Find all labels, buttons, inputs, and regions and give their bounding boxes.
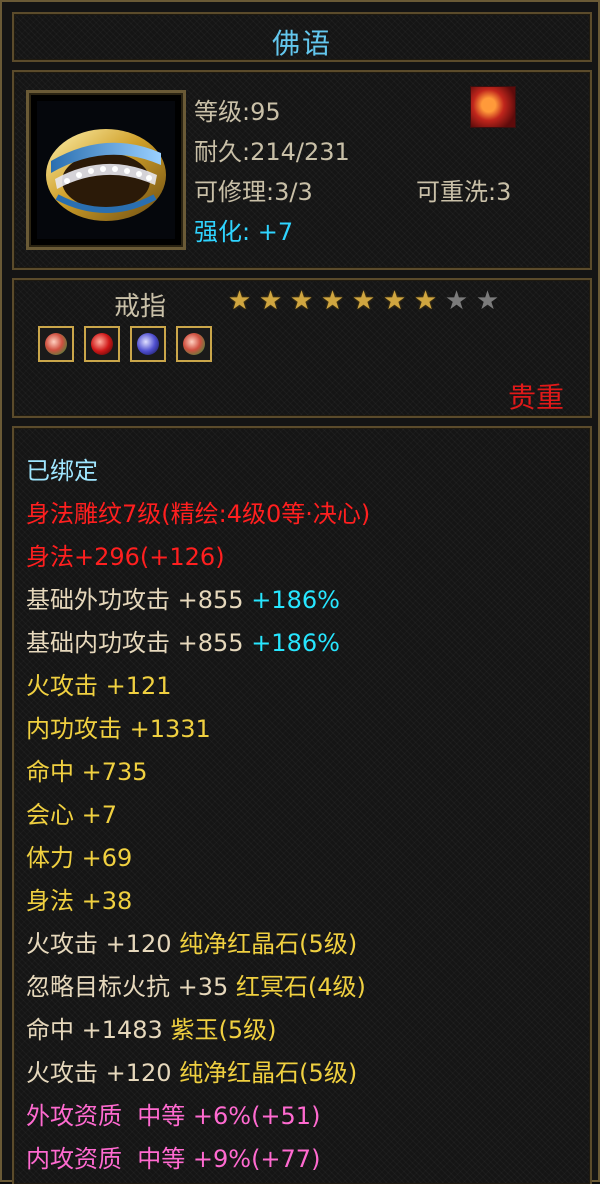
- stat-line: 命中 +735: [26, 758, 148, 786]
- star-empty-icon: ★: [475, 286, 500, 316]
- durability-label: 耐久:214/231: [194, 138, 350, 166]
- gem-stat-line: 火攻击 +120 纯净红晶石(5级): [26, 923, 370, 966]
- gem-sockets: [38, 326, 222, 362]
- strength-label: 强化: +7: [194, 218, 294, 246]
- gem-name: 纯净红晶石(5级): [179, 930, 358, 958]
- base-inner-attack-pct: +186%: [251, 629, 340, 657]
- gem-name: 红冥石(4级): [235, 973, 366, 1001]
- gem-socket-2[interactable]: [84, 326, 120, 362]
- gem-name: 纯净红晶石(5级): [179, 1059, 358, 1087]
- repair-label: 可修理:3/3: [194, 178, 313, 206]
- red-gem-icon: [91, 333, 113, 355]
- gem-stat-line: 命中 +1483 紫玉(5级): [26, 1009, 370, 1052]
- engrave-bonus-line: 身法+296(+126): [26, 543, 225, 571]
- gem-stat-value: 忽略目标火抗 +35: [26, 973, 229, 1001]
- item-type-label: 戒指: [114, 292, 167, 322]
- star-filled-icon: ★: [227, 286, 252, 316]
- green-red-gem-icon: [45, 333, 67, 355]
- star-rating: ★ ★ ★ ★ ★ ★ ★ ★ ★: [224, 286, 503, 316]
- green-red-gem-icon: [183, 333, 205, 355]
- aptitude-line: 内攻资质 中等 +9%(+77): [26, 1145, 321, 1173]
- gem-socket-3[interactable]: [130, 326, 166, 362]
- base-inner-attack-text: 基础内功攻击 +855: [26, 629, 244, 657]
- attribute-list: 已绑定 身法雕纹7级(精绘:4级0等·决心) 身法+296(+126) 基础外功…: [26, 450, 370, 1181]
- stat-line: 体力 +69: [26, 844, 133, 872]
- title-bar: 佛语: [12, 12, 592, 62]
- base-outer-attack-line: 基础外功攻击 +855 +186%: [26, 579, 370, 622]
- item-icon-frame: [26, 90, 186, 250]
- level-label: 等级:95: [194, 98, 281, 126]
- star-filled-icon: ★: [382, 286, 407, 316]
- star-filled-icon: ★: [320, 286, 345, 316]
- gem-name: 紫玉(5级): [170, 1016, 277, 1044]
- base-outer-attack-pct: +186%: [251, 586, 340, 614]
- aptitude-line: 外攻资质 中等 +6%(+51): [26, 1102, 321, 1130]
- purple-gem-icon: [137, 333, 159, 355]
- rarity-label: 贵重: [507, 381, 564, 414]
- star-filled-icon: ★: [258, 286, 283, 316]
- gem-stat-value: 火攻击 +120: [26, 1059, 172, 1087]
- attribute-panel: 已绑定 身法雕纹7级(精绘:4级0等·决心) 身法+296(+126) 基础外功…: [12, 426, 592, 1184]
- base-inner-attack-line: 基础内功攻击 +855 +186%: [26, 622, 370, 665]
- gem-stat-line: 火攻击 +120 纯净红晶石(5级): [26, 1052, 370, 1095]
- item-info-panel: 等级:95 耐久:214/231 可修理:3/3 可重洗:3 强化: +7: [12, 70, 592, 270]
- item-name: 佛语: [271, 27, 332, 60]
- engraving-line: 身法雕纹7级(精绘:4级0等·决心): [26, 500, 371, 528]
- base-outer-attack-text: 基础外功攻击 +855: [26, 586, 244, 614]
- stat-line: 会心 +7: [26, 801, 118, 829]
- star-filled-icon: ★: [413, 286, 438, 316]
- bound-status: 已绑定: [26, 457, 98, 485]
- item-tooltip: 佛语 等级:95 耐久:214/231 可修理:3/3 可重洗:3 强化: +7…: [0, 0, 600, 1184]
- stat-line: 火攻击 +121: [26, 672, 172, 700]
- gem-socket-1[interactable]: [38, 326, 74, 362]
- gem-stat-value: 命中 +1483: [26, 1016, 163, 1044]
- stat-line: 身法 +38: [26, 887, 133, 915]
- gem-stat-value: 火攻击 +120: [26, 930, 172, 958]
- gem-stat-line: 忽略目标火抗 +35 红冥石(4级): [26, 966, 370, 1009]
- rewash-label: 可重洗:3: [416, 178, 512, 206]
- ring-icon: [37, 101, 175, 239]
- stat-line: 内功攻击 +1331: [26, 715, 211, 743]
- star-empty-icon: ★: [444, 286, 469, 316]
- star-filled-icon: ★: [351, 286, 376, 316]
- sect-flame-icon: [470, 86, 516, 128]
- item-type-panel: 戒指 ★ ★ ★ ★ ★ ★ ★ ★ ★ 贵重: [12, 278, 592, 418]
- star-filled-icon: ★: [289, 286, 314, 316]
- gem-socket-4[interactable]: [176, 326, 212, 362]
